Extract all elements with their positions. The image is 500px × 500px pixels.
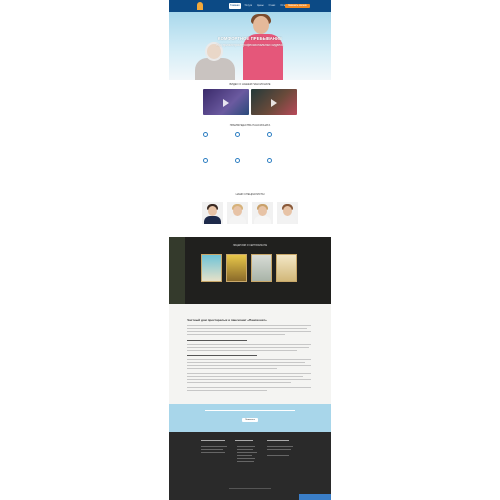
nurse-head [253, 16, 269, 34]
footer-link[interactable] [237, 458, 255, 459]
nav-item-about[interactable]: О нас [268, 3, 277, 9]
certificate-3[interactable] [251, 254, 272, 282]
nurse-icon [235, 158, 240, 163]
member-coat [204, 216, 221, 224]
subheading-line [187, 355, 257, 356]
certificates-title: Лицензии и сертификаты [232, 244, 268, 247]
certificate-2[interactable] [226, 254, 247, 282]
member-coat [229, 216, 246, 224]
footer-line [267, 455, 289, 456]
text-line [187, 344, 311, 345]
feature-item [267, 158, 297, 170]
text-line [187, 334, 285, 335]
team-title: Наши специалисты [235, 193, 265, 196]
decor-left [169, 237, 185, 304]
feature-item [203, 132, 233, 144]
medicine-icon [267, 132, 272, 137]
play-icon [223, 99, 229, 107]
video-card-2[interactable] [251, 89, 297, 115]
logo-house-icon [197, 2, 203, 10]
text-line [187, 368, 277, 369]
clock-icon [235, 132, 240, 137]
site-header: Главная Услуги Цены О нас Отзывы Контакт… [169, 0, 331, 12]
text-line [187, 325, 311, 326]
features-title: Преимущества пансионата [229, 124, 271, 127]
certificate-1[interactable] [201, 254, 222, 282]
footer-link[interactable] [237, 449, 253, 450]
feature-item [267, 132, 297, 144]
article-title: Частный дом престарелых и пансионат «Пан… [187, 318, 267, 322]
callout-text-line [205, 410, 295, 411]
text-line [187, 379, 311, 380]
team-member-4 [277, 202, 298, 224]
nav-item-prices[interactable]: Цены [256, 3, 264, 9]
nav-item-services[interactable]: Услуги [244, 3, 254, 9]
heart-icon [267, 158, 272, 163]
chat-widget[interactable] [299, 494, 331, 500]
text-line [187, 376, 303, 377]
feature-item [203, 158, 233, 170]
text-line [187, 347, 309, 348]
footer-col-title-1 [201, 440, 225, 441]
videos-title: Видео о нашем пансионате [229, 83, 271, 86]
house-icon [203, 132, 208, 137]
footer-link[interactable] [237, 455, 252, 456]
member-face [258, 206, 267, 216]
subheading-line [187, 340, 247, 341]
text-line [187, 362, 305, 363]
text-line [187, 373, 311, 374]
text-line [187, 365, 311, 366]
text-line [187, 387, 311, 388]
nav-item-home[interactable]: Главная [229, 3, 241, 9]
copyright-line [229, 488, 271, 489]
footer-line [201, 449, 223, 450]
team-member-1 [202, 202, 223, 224]
text-line [187, 390, 267, 391]
footer-col-title-3 [267, 440, 289, 441]
video-card-1[interactable] [203, 89, 249, 115]
certificates-section: Лицензии и сертификаты [169, 237, 331, 304]
call-button[interactable]: Позвонить [242, 418, 258, 422]
seo-article: Частный дом престарелых и пансионат «Пан… [169, 304, 331, 404]
certificate-4[interactable] [276, 254, 297, 282]
footer-link[interactable] [237, 446, 255, 447]
member-face [283, 206, 292, 216]
text-line [187, 328, 307, 329]
footer-line [267, 449, 291, 450]
landing-page: Главная Услуги Цены О нас Отзывы Контакт… [169, 0, 331, 500]
footer-link[interactable] [237, 461, 254, 462]
food-icon [203, 158, 208, 163]
footer-link[interactable] [237, 452, 257, 453]
member-face [233, 206, 242, 216]
callback-button[interactable]: Заказать звонок [285, 4, 310, 8]
call-to-action-banner: Позвонить [169, 404, 331, 432]
footer-line [201, 452, 225, 453]
text-line [187, 350, 297, 351]
site-footer [169, 432, 331, 500]
text-line [187, 382, 291, 383]
footer-line [267, 446, 293, 447]
text-line [187, 331, 311, 332]
feature-item [235, 158, 265, 170]
feature-item [235, 132, 265, 144]
footer-col-title-2 [235, 440, 253, 441]
elderly-woman-image [195, 58, 235, 80]
site-logo[interactable] [197, 2, 219, 10]
hero-subtitle: под присмотром профессиональных сиделок [216, 43, 284, 47]
footer-line [201, 446, 227, 447]
member-face [208, 206, 217, 216]
text-line [187, 359, 311, 360]
team-member-3 [252, 202, 273, 224]
hero-title: КОМФОРТНОЕ ПРЕБЫВАНИЕ [217, 36, 283, 41]
play-icon [271, 99, 277, 107]
hero-banner: КОМФОРТНОЕ ПРЕБЫВАНИЕ под присмотром про… [169, 12, 331, 80]
member-coat [254, 216, 271, 224]
member-coat [279, 216, 296, 224]
team-member-2 [227, 202, 248, 224]
